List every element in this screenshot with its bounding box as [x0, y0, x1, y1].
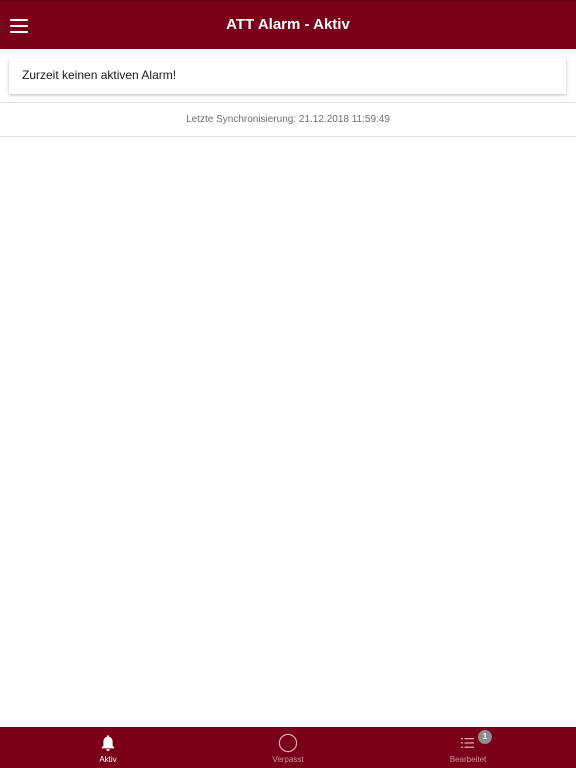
app-header: ATT Alarm - Aktiv — [0, 0, 576, 49]
alarm-status-card: Zurzeit keinen aktiven Alarm! — [9, 58, 566, 94]
sync-status: Letzte Synchronisierung: 21.12.2018 11:5… — [0, 102, 576, 137]
alarm-status-message: Zurzeit keinen aktiven Alarm! — [22, 68, 177, 82]
tab-aktiv[interactable]: Aktiv — [12, 728, 204, 768]
bottom-tab-bar: Aktiv Verpasst 1 Bearbeitet — [0, 727, 576, 768]
page-title: ATT Alarm - Aktiv — [226, 16, 350, 33]
tab-bearbeitet[interactable]: 1 Bearbeitet — [372, 728, 564, 768]
tab-label-verpasst: Verpasst — [272, 755, 304, 764]
list-icon — [461, 738, 474, 748]
circle-icon — [278, 733, 298, 753]
tab-label-aktiv: Aktiv — [99, 755, 117, 764]
bell-icon — [101, 735, 115, 752]
tab-verpasst[interactable]: Verpasst — [192, 728, 384, 768]
app-screen: ATT Alarm - Aktiv Zurzeit keinen aktiven… — [0, 0, 576, 768]
notification-badge: 1 — [478, 730, 492, 744]
tab-label-bearbeitet: Bearbeitet — [449, 755, 487, 764]
